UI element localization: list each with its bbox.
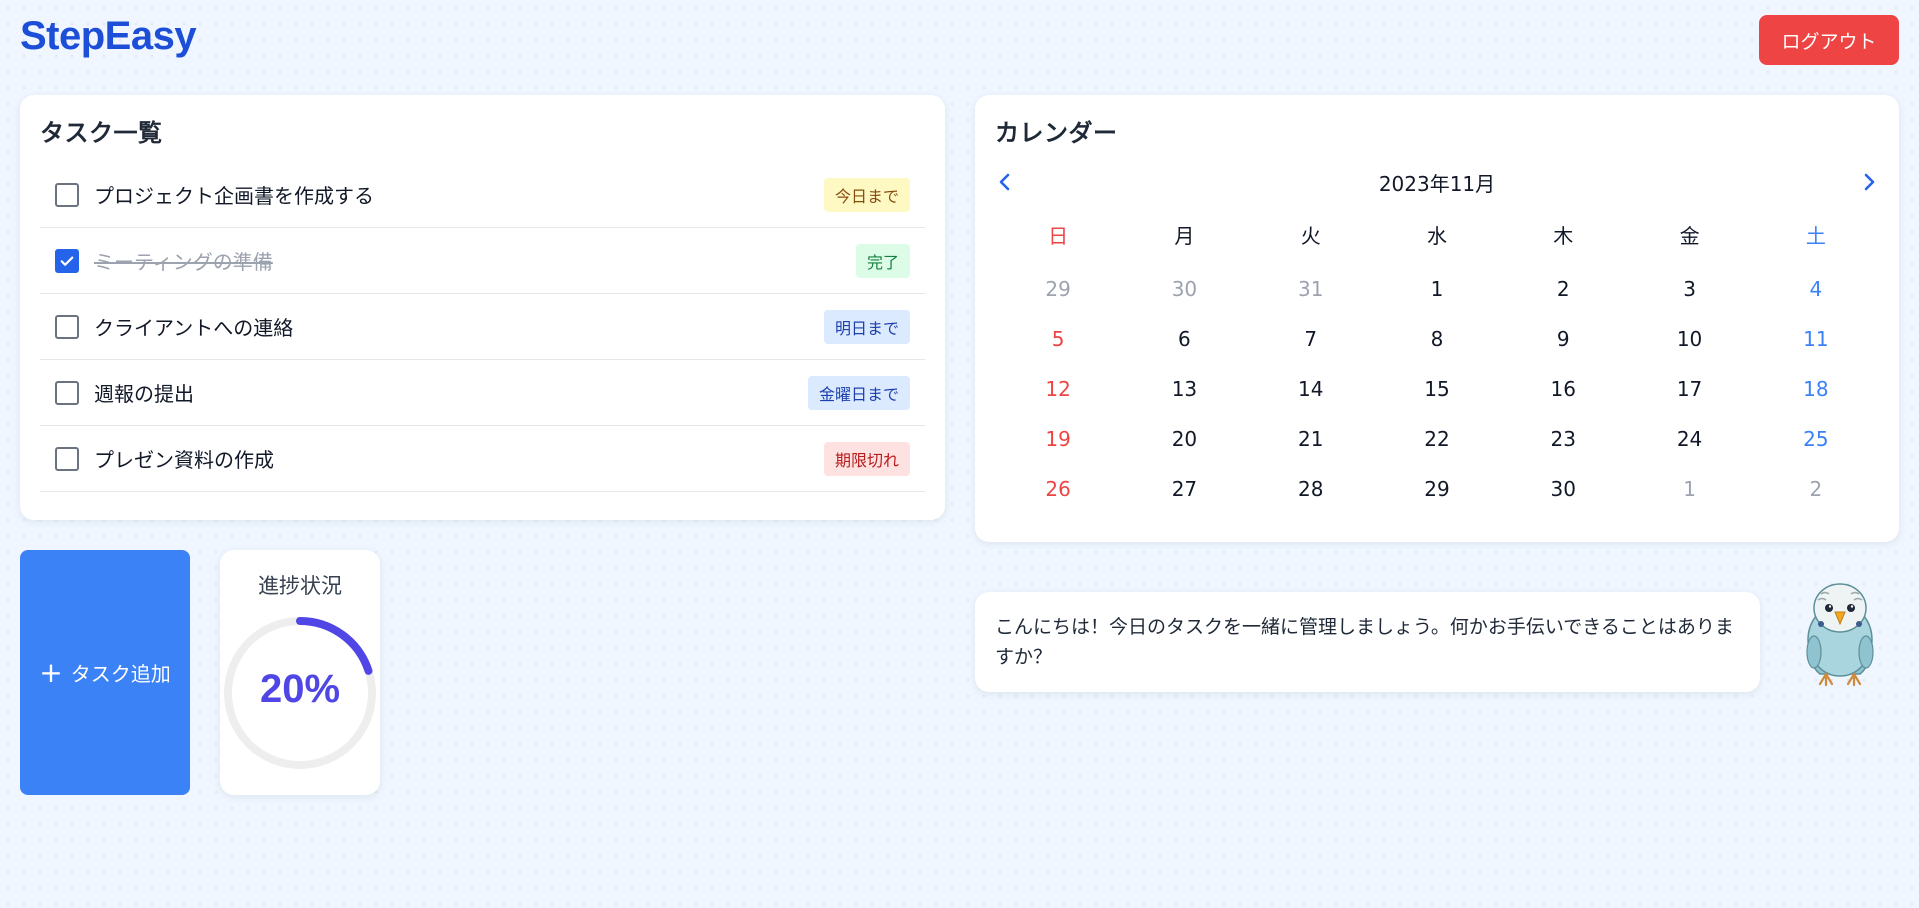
task-label: クライアントへの連絡 — [94, 316, 294, 340]
calendar-day[interactable]: 16 — [1500, 364, 1626, 414]
calendar-day[interactable]: 31 — [1248, 264, 1374, 314]
calendar-day[interactable]: 5 — [995, 314, 1121, 364]
calendar-day[interactable]: 29 — [1374, 464, 1500, 514]
weekday-label: 月 — [1174, 223, 1195, 248]
weekday-label: 水 — [1426, 223, 1447, 248]
add-task-label: タスク追加 — [70, 662, 171, 686]
task-list: プロジェクト企画書を作成する 今日まで ミーティングの準備 完了 クライアントへ… — [40, 162, 925, 492]
chevron-right-icon — [1864, 173, 1875, 191]
task-checkbox[interactable] — [55, 248, 79, 273]
calendar-day[interactable]: 4 — [1753, 264, 1879, 314]
calendar-day[interactable]: 29 — [995, 264, 1121, 314]
calendar-day[interactable]: 21 — [1248, 414, 1374, 464]
weekday-label: 金 — [1679, 223, 1700, 248]
due-badge: 金曜日まで — [807, 375, 910, 410]
logout-button[interactable]: ログアウト — [1759, 15, 1899, 65]
task-label: プレゼン資料の作成 — [94, 448, 274, 472]
calendar-title: カレンダー — [995, 119, 1118, 147]
calendar-day[interactable]: 30 — [1121, 264, 1247, 314]
task-row[interactable]: 週報の提出 金曜日まで — [40, 360, 925, 426]
app-logo: StepEasy — [20, 14, 197, 58]
budgie-mascot-icon — [1806, 583, 1874, 687]
task-row[interactable]: プロジェクト企画書を作成する 今日まで — [40, 162, 925, 228]
calendar-day[interactable]: 6 — [1121, 314, 1247, 364]
task-list-title: タスク一覧 — [40, 119, 163, 147]
progress-percent: 20% — [259, 667, 341, 711]
weekday-label: 木 — [1553, 223, 1574, 248]
task-checkbox[interactable] — [55, 182, 79, 207]
task-label: 週報の提出 — [94, 382, 194, 406]
weekday-label: 火 — [1300, 223, 1321, 248]
calendar-day[interactable]: 28 — [1248, 464, 1374, 514]
task-row[interactable]: クライアントへの連絡 明日まで — [40, 294, 925, 360]
assistant-message: こんにちは！今日のタスクを一緒に管理しましょう。何かお手伝いできることはあります… — [975, 592, 1760, 692]
calendar-day[interactable]: 3 — [1626, 264, 1752, 314]
task-row[interactable]: プレゼン資料の作成 期限切れ — [40, 426, 925, 492]
add-task-button[interactable]: + タスク追加 — [20, 550, 190, 795]
progress-title: 進捗状況 — [258, 574, 342, 598]
task-list-card: タスク一覧 プロジェクト企画書を作成する 今日まで ミーティングの準備 完了 ク… — [20, 95, 945, 520]
calendar-day[interactable]: 12 — [995, 364, 1121, 414]
plus-icon: + — [39, 655, 63, 689]
calendar-day[interactable]: 2 — [1753, 464, 1879, 514]
task-label: プロジェクト企画書を作成する — [94, 184, 374, 208]
calendar-month-label: 2023年11月 — [1378, 172, 1496, 196]
due-badge: 今日まで — [823, 177, 910, 212]
due-badge: 明日まで — [823, 309, 910, 344]
calendar-day[interactable]: 14 — [1248, 364, 1374, 414]
task-checkbox[interactable] — [55, 380, 79, 405]
calendar-grid: 日 月 火 水 木 金 土 29 30 31 1 2 3 4 5 6 7 8 9… — [995, 204, 1879, 514]
calendar-day[interactable]: 11 — [1753, 314, 1879, 364]
calendar-day[interactable]: 9 — [1500, 314, 1626, 364]
weekday-label: 日 — [1048, 223, 1069, 248]
next-month-button[interactable] — [1851, 164, 1887, 200]
status-badge: 完了 — [855, 243, 910, 278]
checkmark-icon — [60, 256, 74, 266]
calendar-header: 2023年11月 — [995, 162, 1879, 202]
calendar-day[interactable]: 27 — [1121, 464, 1247, 514]
calendar-day[interactable]: 8 — [1374, 314, 1500, 364]
calendar-day[interactable]: 22 — [1374, 414, 1500, 464]
task-checkbox[interactable] — [55, 314, 79, 339]
calendar-day[interactable]: 23 — [1500, 414, 1626, 464]
weekday-label: 土 — [1805, 223, 1826, 248]
calendar-day[interactable]: 13 — [1121, 364, 1247, 414]
calendar-day[interactable]: 25 — [1753, 414, 1879, 464]
calendar-day[interactable]: 2 — [1500, 264, 1626, 314]
task-checkbox[interactable] — [55, 446, 79, 471]
calendar-day[interactable]: 24 — [1626, 414, 1752, 464]
task-label: ミーティングの準備 — [94, 250, 273, 274]
calendar-day[interactable]: 19 — [995, 414, 1121, 464]
calendar-day[interactable]: 17 — [1626, 364, 1752, 414]
task-row[interactable]: ミーティングの準備 完了 — [40, 228, 925, 294]
calendar-day[interactable]: 1 — [1626, 464, 1752, 514]
progress-card: 進捗状況 20% — [220, 550, 380, 795]
calendar-day[interactable]: 26 — [995, 464, 1121, 514]
calendar-day[interactable]: 1 — [1374, 264, 1500, 314]
calendar-day[interactable]: 15 — [1374, 364, 1500, 414]
calendar-day[interactable]: 20 — [1121, 414, 1247, 464]
overdue-badge: 期限切れ — [823, 441, 910, 476]
calendar-day[interactable]: 30 — [1500, 464, 1626, 514]
calendar-day[interactable]: 10 — [1626, 314, 1752, 364]
calendar-day[interactable]: 7 — [1248, 314, 1374, 364]
calendar-card: カレンダー 2023年11月 日 月 火 水 木 金 土 29 30 31 1 … — [975, 95, 1899, 542]
calendar-day[interactable]: 18 — [1753, 364, 1879, 414]
